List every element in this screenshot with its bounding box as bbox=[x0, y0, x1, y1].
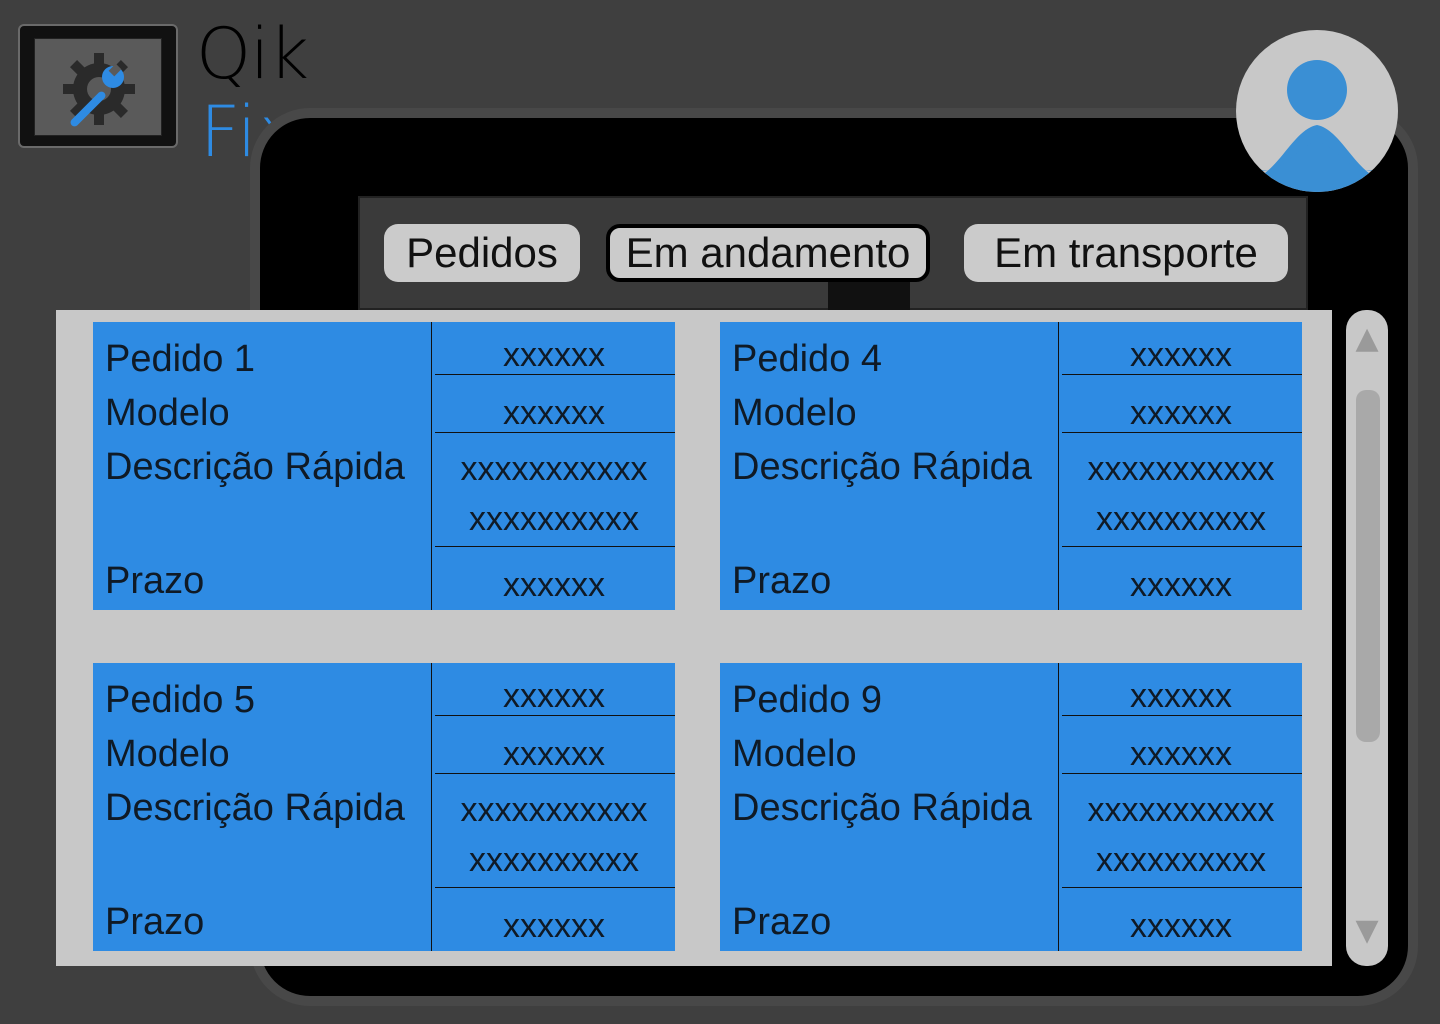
description-label: Descrição Rápida bbox=[732, 446, 1032, 488]
description-value-line2: xxxxxxxxxx bbox=[1096, 841, 1266, 879]
order-title-value: xxxxxx bbox=[503, 677, 605, 715]
order-card[interactable]: Pedido 1 Modelo Descrição Rápida Prazo x… bbox=[93, 322, 675, 610]
order-title: Pedido 1 bbox=[105, 338, 256, 380]
description-value-line1: xxxxxxxxxxx bbox=[460, 791, 648, 829]
app-logo bbox=[18, 24, 178, 148]
deadline-value: xxxxxx bbox=[1130, 566, 1232, 604]
deadline-label: Prazo bbox=[105, 901, 205, 943]
user-avatar[interactable] bbox=[1236, 30, 1398, 192]
tab-em-transporte[interactable]: Em transporte bbox=[964, 224, 1288, 282]
deadline-value: xxxxxx bbox=[1130, 907, 1232, 945]
description-value-line2: xxxxxxxxxx bbox=[1096, 500, 1266, 538]
deadline-label: Prazo bbox=[105, 560, 205, 602]
order-title-value: xxxxxx bbox=[1130, 336, 1232, 374]
scroll-thumb[interactable] bbox=[1356, 390, 1380, 742]
model-label: Modelo bbox=[732, 392, 857, 434]
value-rule bbox=[435, 887, 675, 888]
order-title: Pedido 9 bbox=[732, 679, 883, 721]
order-title-value: xxxxxx bbox=[1130, 677, 1232, 715]
value-rule bbox=[435, 715, 675, 716]
logo-text-qik: Qik bbox=[196, 13, 309, 95]
value-rule bbox=[1062, 432, 1302, 433]
deadline-label: Prazo bbox=[732, 901, 832, 943]
deadline-value: xxxxxx bbox=[503, 566, 605, 604]
description-value-line2: xxxxxxxxxx bbox=[469, 500, 639, 538]
arrow-down-icon[interactable]: ▼ bbox=[1346, 916, 1388, 946]
tab-em-andamento[interactable]: Em andamento bbox=[606, 224, 930, 282]
description-value-line1: xxxxxxxxxxx bbox=[460, 450, 648, 488]
order-card[interactable]: Pedido 9 Modelo Descrição Rápida Prazo x… bbox=[720, 663, 1302, 951]
order-card[interactable]: Pedido 4 Modelo Descrição Rápida Prazo x… bbox=[720, 322, 1302, 610]
description-label: Descrição Rápida bbox=[732, 787, 1032, 829]
order-title-value: xxxxxx bbox=[503, 336, 605, 374]
user-avatar-icon bbox=[1246, 60, 1388, 192]
tab-pedidos[interactable]: Pedidos bbox=[384, 224, 580, 282]
description-value-line1: xxxxxxxxxxx bbox=[1087, 450, 1275, 488]
order-title: Pedido 4 bbox=[732, 338, 883, 380]
model-value: xxxxxx bbox=[503, 394, 605, 432]
model-label: Modelo bbox=[105, 733, 230, 775]
description-label: Descrição Rápida bbox=[105, 787, 405, 829]
model-label: Modelo bbox=[105, 392, 230, 434]
value-rule bbox=[1062, 374, 1302, 375]
vertical-scrollbar[interactable]: ▲ ▼ bbox=[1346, 310, 1388, 966]
card-divider bbox=[1058, 322, 1059, 610]
arrow-up-icon[interactable]: ▲ bbox=[1346, 324, 1388, 354]
value-rule bbox=[435, 374, 675, 375]
model-label: Modelo bbox=[732, 733, 857, 775]
deadline-value: xxxxxx bbox=[503, 907, 605, 945]
description-value-line1: xxxxxxxxxxx bbox=[1087, 791, 1275, 829]
value-rule bbox=[1062, 715, 1302, 716]
card-divider bbox=[1058, 663, 1059, 951]
value-rule bbox=[1062, 887, 1302, 888]
order-card[interactable]: Pedido 5 Modelo Descrição Rápida Prazo x… bbox=[93, 663, 675, 951]
value-rule bbox=[435, 546, 675, 547]
card-divider bbox=[431, 322, 432, 610]
order-title: Pedido 5 bbox=[105, 679, 256, 721]
description-value-line2: xxxxxxxxxx bbox=[469, 841, 639, 879]
model-value: xxxxxx bbox=[1130, 735, 1232, 773]
description-label: Descrição Rápida bbox=[105, 446, 405, 488]
model-value: xxxxxx bbox=[503, 735, 605, 773]
value-rule bbox=[435, 773, 675, 774]
value-rule bbox=[435, 432, 675, 433]
gear-wrench-icon bbox=[63, 53, 135, 127]
value-rule bbox=[1062, 546, 1302, 547]
value-rule bbox=[1062, 773, 1302, 774]
logo-screen bbox=[34, 38, 162, 136]
model-value: xxxxxx bbox=[1130, 394, 1232, 432]
deadline-label: Prazo bbox=[732, 560, 832, 602]
card-divider bbox=[431, 663, 432, 951]
